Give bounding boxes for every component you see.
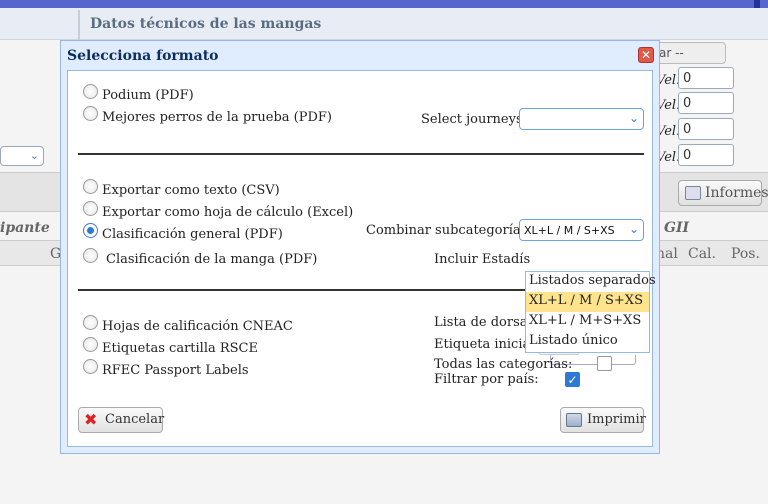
radio-rfec[interactable] <box>83 359 98 374</box>
chevron-down-icon: ⌄ <box>628 111 639 125</box>
top-bar <box>0 0 768 8</box>
select-format-dialog: Selecciona formato ✕ Podium (PDF) Mejore… <box>60 40 660 454</box>
option-rsce-label: Etiquetas cartilla RSCE <box>102 341 258 356</box>
radio-cneac[interactable] <box>83 315 98 330</box>
select-journeys-combo[interactable]: ⌄ <box>519 108 644 130</box>
dialog-header: Selecciona formato ✕ <box>61 41 659 69</box>
radio-podium[interactable] <box>83 84 98 99</box>
printer-icon <box>685 186 701 200</box>
informes-label: Informes <box>705 185 768 201</box>
filtrar-pais-checkbox[interactable]: ✓ <box>565 372 580 387</box>
select-journeys-label: Select journeys <box>421 112 523 127</box>
radio-mejores[interactable] <box>83 106 98 121</box>
option-mejores-label: Mejores perros de la prueba (PDF) <box>102 110 332 125</box>
column-cal: Cal. <box>688 246 716 262</box>
option-csv-label: Exportar como texto (CSV) <box>102 183 280 198</box>
cancel-icon: ✖ <box>84 410 98 429</box>
option-rfec-label: RFEC Passport Labels <box>102 363 249 378</box>
vel-input[interactable]: 0 <box>678 67 734 89</box>
vel-input[interactable]: 0 <box>678 118 734 140</box>
header-divider <box>78 10 80 40</box>
combinar-subcategorias-dropdown: Listados separados XL+L / M / S+XS XL+L … <box>525 271 656 353</box>
column-pos: Pos. <box>731 246 760 262</box>
radio-clasificacion-general[interactable] <box>83 223 98 238</box>
print-label: Imprimir <box>587 412 646 427</box>
todas-categorias-checkbox[interactable] <box>597 356 612 371</box>
dropdown-option[interactable]: Listado único <box>526 332 649 352</box>
scrollbar-thumb[interactable] <box>754 0 760 8</box>
cancel-button[interactable]: ✖ Cancelar <box>78 407 165 433</box>
incluir-estadisticas-label: Incluir Estadís <box>434 252 531 267</box>
radio-rsce[interactable] <box>83 337 98 352</box>
section-header: Datos técnicos de las mangas <box>0 8 768 40</box>
dropdown-option[interactable]: XL+L / M+S+XS <box>526 312 649 332</box>
background-left-select[interactable]: ⌄ <box>0 146 44 166</box>
column-gii: GII <box>664 220 690 236</box>
radio-clasificacion-manga[interactable] <box>83 248 98 263</box>
close-icon[interactable]: ✕ <box>638 47 654 63</box>
option-clasificacion-manga-label: Clasificación de la manga (PDF) <box>106 252 318 267</box>
chevron-down-icon: ⌄ <box>29 149 39 162</box>
column-participante: ipante <box>0 220 50 236</box>
etiqueta-inicial-label: Etiqueta inicial: <box>434 337 539 352</box>
dropdown-option[interactable]: Listados separados <box>526 272 656 292</box>
combinar-subcategorias-combo[interactable]: XL+L / M / S+XS ⌄ <box>519 219 644 241</box>
option-clasificacion-general-label: Clasificación general (PDF) <box>102 227 283 242</box>
radio-csv[interactable] <box>83 179 98 194</box>
cancel-label: Cancelar <box>105 412 165 427</box>
vel-input[interactable]: 0 <box>678 92 734 114</box>
dialog-title: Selecciona formato <box>67 48 219 64</box>
printer-icon <box>566 413 582 427</box>
print-button[interactable]: Imprimir <box>560 407 646 433</box>
dropdown-option-highlighted[interactable]: XL+L / M / S+XS <box>526 292 649 312</box>
option-cneac-label: Hojas de calificación CNEAC <box>102 319 293 334</box>
vel-input[interactable]: 0 <box>678 144 734 166</box>
informes-button[interactable]: Informes <box>678 180 768 206</box>
combinar-subcategorias-label: Combinar subcategorías <box>366 223 528 238</box>
section-title: Datos técnicos de las mangas <box>90 16 322 32</box>
radio-excel[interactable] <box>83 201 98 216</box>
option-podium-label: Podium (PDF) <box>102 88 194 103</box>
chevron-down-icon: ⌄ <box>628 222 639 236</box>
filtrar-pais-label: Filtrar por país: <box>434 372 539 387</box>
option-excel-label: Exportar como hoja de cálculo (Excel) <box>102 205 354 220</box>
dialog-body: Podium (PDF) Mejores perros de la prueba… <box>67 70 656 447</box>
combinar-subcategorias-value: XL+L / M / S+XS <box>524 224 615 237</box>
divider <box>78 153 644 155</box>
todas-categorias-label: Todas las categorías: <box>434 357 573 372</box>
